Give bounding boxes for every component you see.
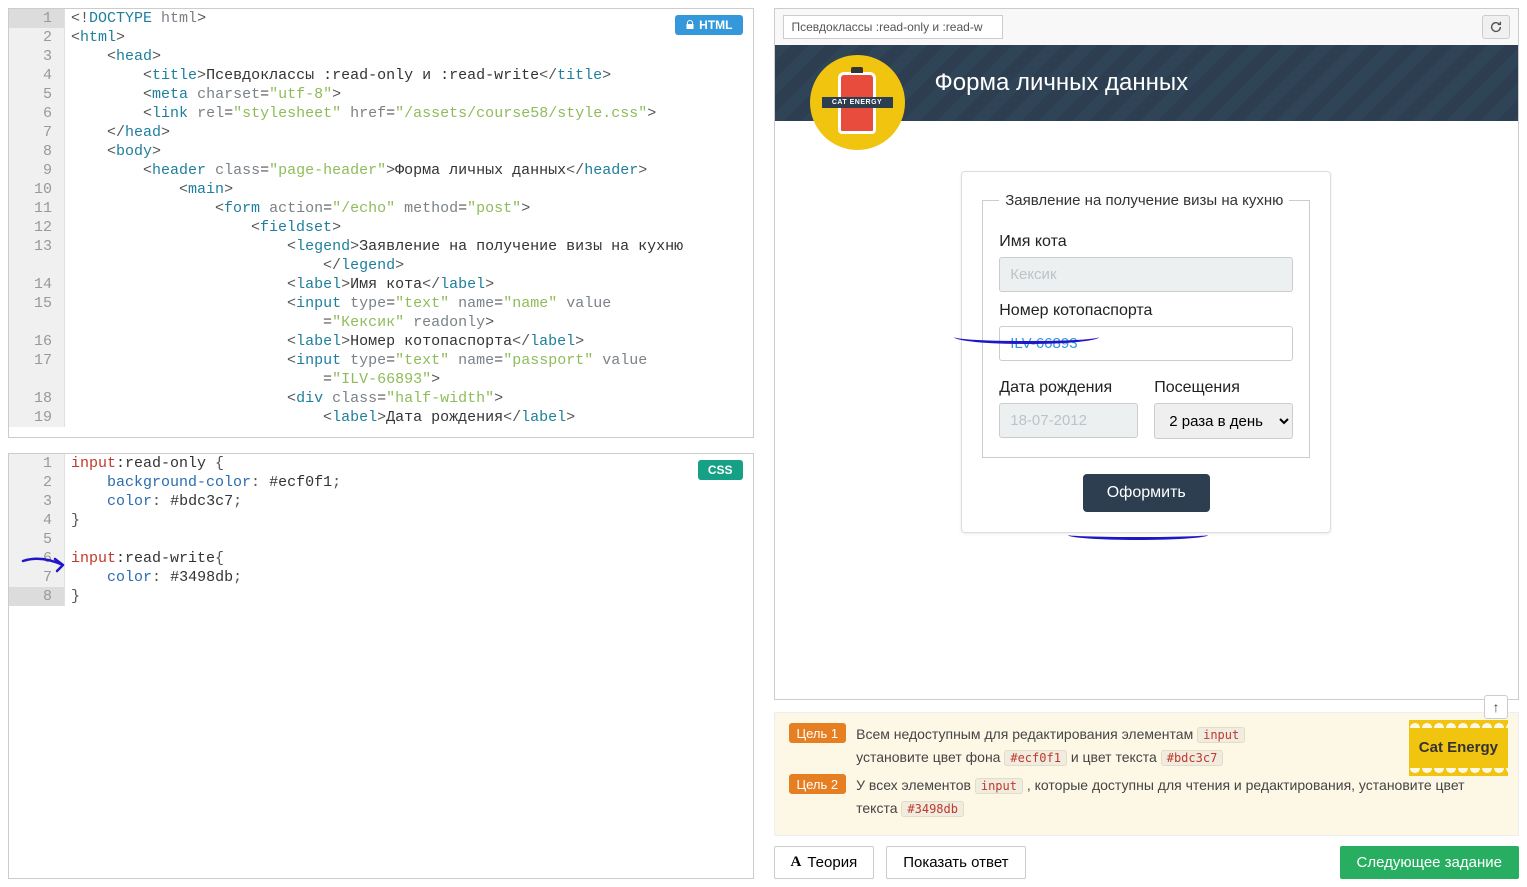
reload-icon xyxy=(1489,20,1503,34)
css-badge-label: CSS xyxy=(708,463,733,477)
goal-2: Цель 2 У всех элементов input , которые … xyxy=(789,774,1505,819)
label-visits: Посещения xyxy=(1154,379,1293,397)
form-card: Заявление на получение визы на кухню Имя… xyxy=(961,171,1331,533)
reload-button[interactable] xyxy=(1482,15,1510,39)
input-passport[interactable] xyxy=(999,326,1293,361)
css-code-area[interactable]: 1input:read-only {2 background-color: #e… xyxy=(9,454,753,606)
html-badge: HTML xyxy=(675,15,742,35)
css-editor[interactable]: CSS 1input:read-only {2 background-color… xyxy=(8,453,754,879)
goal-1: Цель 1 Всем недоступным для редактирован… xyxy=(789,723,1505,768)
show-answer-button[interactable]: Показать ответ xyxy=(886,846,1025,879)
g1c3: #bdc3c7 xyxy=(1161,750,1224,766)
preview-header-text: Форма личных данных xyxy=(935,69,1189,96)
address-input[interactable] xyxy=(783,15,1003,39)
lock-icon xyxy=(685,20,695,30)
input-dob[interactable] xyxy=(999,403,1138,438)
next-task-button[interactable]: Следующее задание xyxy=(1340,846,1519,879)
g2a: У всех элементов xyxy=(856,777,975,793)
html-code-area[interactable]: 1<!DOCTYPE html>2<html>3 <head>4 <title>… xyxy=(9,9,753,427)
theory-button[interactable]: AТеория xyxy=(774,846,875,879)
preview-frame: Форма личных данных CAT ENERGY Заявление… xyxy=(774,8,1520,700)
goal-1-badge: Цель 1 xyxy=(789,723,847,743)
submit-button[interactable]: Оформить xyxy=(1083,474,1210,512)
g2c2: #3498db xyxy=(901,801,964,817)
g1a: Всем недоступным для редактирования элем… xyxy=(856,726,1197,742)
html-editor[interactable]: HTML 1<!DOCTYPE html>2<html>3 <head>4 <t… xyxy=(8,8,754,438)
g1b: установите цвет фона xyxy=(856,749,1004,765)
select-visits[interactable]: 2 раза в день xyxy=(1154,403,1293,439)
show-label: Показать ответ xyxy=(903,854,1008,871)
label-dob: Дата рождения xyxy=(999,379,1138,397)
html-badge-label: HTML xyxy=(699,18,732,32)
g1c1: input xyxy=(1197,727,1245,743)
logo-text: CAT ENERGY xyxy=(822,97,893,108)
goal-2-badge: Цель 2 xyxy=(789,774,847,794)
fieldset: Заявление на получение визы на кухню Имя… xyxy=(982,192,1310,458)
css-badge: CSS xyxy=(698,460,743,480)
preview-body: Форма личных данных CAT ENERGY Заявление… xyxy=(775,45,1519,699)
theory-label: Теория xyxy=(807,854,857,871)
label-name: Имя кота xyxy=(999,233,1293,251)
g1c2: #ecf0f1 xyxy=(1004,750,1067,766)
input-name[interactable] xyxy=(999,257,1293,292)
footer-buttons: AТеория Показать ответ Следующее задание xyxy=(774,836,1520,879)
goals-panel: ↑ Cat Energy Цель 1 Всем недоступным для… xyxy=(774,712,1520,836)
next-label: Следующее задание xyxy=(1357,854,1502,871)
g2c1: input xyxy=(975,778,1023,794)
logo: CAT ENERGY xyxy=(810,55,905,150)
hand-annotation-2 xyxy=(1068,530,1208,540)
stamp: Cat Energy xyxy=(1409,728,1508,768)
g1c: и цвет текста xyxy=(1071,749,1161,765)
scroll-up-button[interactable]: ↑ xyxy=(1484,695,1508,719)
preview-toolbar xyxy=(775,9,1519,45)
legend: Заявление на получение визы на кухню xyxy=(999,192,1289,209)
goal-1-text: Всем недоступным для редактирования элем… xyxy=(856,723,1245,768)
label-passport: Номер котопаспорта xyxy=(999,302,1293,320)
goal-2-text: У всех элементов input , которые доступн… xyxy=(856,774,1504,819)
